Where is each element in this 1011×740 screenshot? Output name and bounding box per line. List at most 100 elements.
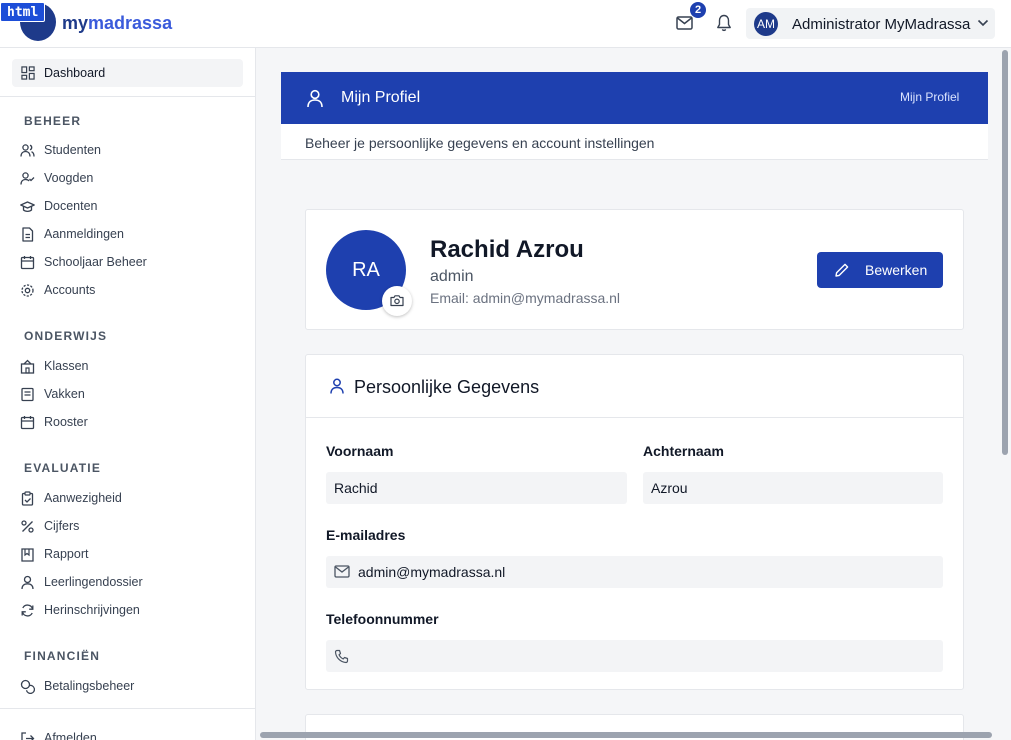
sidebar-item-label: Schooljaar Beheer xyxy=(44,255,147,269)
email-label: E-mailadres xyxy=(326,527,406,543)
sidebar-item-dashboard[interactable]: Dashboard xyxy=(12,59,243,87)
sidebar-item-studenten[interactable]: Studenten xyxy=(18,140,243,162)
book-icon xyxy=(21,387,34,402)
sidebar-item-label: Afmelden xyxy=(44,731,97,740)
users-icon xyxy=(20,144,35,157)
phone-field[interactable] xyxy=(326,640,943,672)
sidebar-item-schooljaar-beheer[interactable]: Schooljaar Beheer xyxy=(18,252,243,274)
page-title: Mijn Profiel xyxy=(341,89,421,106)
change-photo-button[interactable] xyxy=(382,286,412,316)
main-content: Mijn Profiel Mijn Profiel Beheer je pers… xyxy=(256,48,1011,740)
sidebar-item-leerlingendossier[interactable]: Leerlingendossier xyxy=(18,572,243,594)
pencil-icon xyxy=(835,263,849,277)
mail-icon xyxy=(334,565,350,578)
sidebar-item-rooster[interactable]: Rooster xyxy=(18,412,243,434)
personal-details-card: Persoonlijke Gegevens Voornaam Rachid Ac… xyxy=(305,354,964,690)
horizontal-scrollbar[interactable] xyxy=(260,732,992,738)
document-icon xyxy=(22,227,34,242)
percent-icon xyxy=(21,520,34,533)
sidebar-item-label: Cijfers xyxy=(44,519,80,533)
edit-button-label: Bewerken xyxy=(865,262,928,278)
coins-icon xyxy=(20,679,35,694)
dashboard-icon xyxy=(21,66,35,80)
sidebar-item-label: Accounts xyxy=(44,283,96,297)
mail-count-badge: 2 xyxy=(690,2,706,18)
sidebar-item-label: Aanmeldingen xyxy=(44,227,124,241)
gear-icon xyxy=(21,284,34,297)
sidebar-item-accounts[interactable]: Accounts xyxy=(18,280,243,302)
edit-button[interactable]: Bewerken xyxy=(817,252,943,288)
last-name-label: Achternaam xyxy=(643,443,724,459)
first-name-value: Rachid xyxy=(334,480,378,496)
vertical-scrollbar[interactable] xyxy=(1002,50,1008,455)
user-icon xyxy=(330,378,344,394)
page-header: Mijn Profiel Mijn Profiel xyxy=(281,72,988,124)
phone-icon xyxy=(334,649,349,664)
profile-role: admin xyxy=(430,268,474,285)
chevron-down-icon xyxy=(977,19,989,27)
sidebar-item-aanmeldingen[interactable]: Aanmeldingen xyxy=(18,224,243,246)
graduation-cap-icon xyxy=(20,201,35,212)
phone-label: Telefoonnummer xyxy=(326,611,439,627)
sidebar-item-label: Klassen xyxy=(44,359,89,373)
page-subtitle-bar: Beheer je persoonlijke gegevens en accou… xyxy=(281,124,988,160)
last-name-field[interactable]: Azrou xyxy=(643,472,943,504)
section-title-evaluatie: EVALUATIE xyxy=(24,461,102,475)
calendar-icon xyxy=(20,416,35,430)
logout-icon xyxy=(21,732,35,740)
html-badge: html xyxy=(0,2,46,22)
sidebar-item-label: Aanwezigheid xyxy=(44,491,122,505)
mail-icon[interactable] xyxy=(676,16,693,30)
sidebar-item-label: Dashboard xyxy=(44,66,106,80)
profile-card: RA Rachid Azrou admin Email: admin@mymad… xyxy=(305,209,964,330)
user-menu[interactable]: AM Administrator MyMadrassa xyxy=(746,8,995,39)
sidebar-item-betalingsbeheer[interactable]: Betalingsbeheer xyxy=(18,676,243,698)
report-icon xyxy=(21,548,34,562)
sidebar-item-herinschrijvingen[interactable]: Herinschrijvingen xyxy=(18,600,243,622)
sidebar-item-aanwezigheid[interactable]: Aanwezigheid xyxy=(18,488,243,510)
section-title-onderwijs: ONDERWIJS xyxy=(24,329,108,343)
card-header: Persoonlijke Gegevens xyxy=(306,355,963,418)
divider xyxy=(0,708,255,709)
user-icon xyxy=(21,575,34,590)
clipboard-check-icon xyxy=(21,491,34,506)
page-subtitle: Beheer je persoonlijke gegevens en accou… xyxy=(305,135,655,151)
sidebar-item-label: Vakken xyxy=(44,387,85,401)
sidebar-item-docenten[interactable]: Docenten xyxy=(18,196,243,218)
sidebar-item-afmelden[interactable]: Afmelden xyxy=(18,728,243,740)
sidebar-item-label: Leerlingendossier xyxy=(44,575,143,589)
camera-icon xyxy=(390,295,404,307)
top-bar: html mymadrassa 2 AM Administrator MyMad… xyxy=(0,0,1011,48)
email-field[interactable]: admin@mymadrassa.nl xyxy=(326,556,943,588)
sidebar-item-vakken[interactable]: Vakken xyxy=(18,384,243,406)
user-check-icon xyxy=(20,172,35,185)
divider xyxy=(0,96,255,97)
sidebar-item-rapport[interactable]: Rapport xyxy=(18,544,243,566)
sidebar: Dashboard BEHEER Studenten Voogden Docen… xyxy=(0,48,256,740)
sidebar-item-label: Rapport xyxy=(44,547,89,561)
sidebar-item-label: Studenten xyxy=(44,143,101,157)
sidebar-item-voogden[interactable]: Voogden xyxy=(18,168,243,190)
card-title: Persoonlijke Gegevens xyxy=(354,377,540,397)
sidebar-item-label: Rooster xyxy=(44,415,88,429)
breadcrumb[interactable]: Mijn Profiel xyxy=(900,90,960,105)
profile-email: Email: admin@mymadrassa.nl xyxy=(430,290,621,306)
first-name-field[interactable]: Rachid xyxy=(326,472,627,504)
bell-icon[interactable] xyxy=(716,14,732,32)
section-title-financien: FINANCIËN xyxy=(24,649,101,663)
brand-name: madrassa xyxy=(88,13,173,33)
first-name-label: Voornaam xyxy=(326,443,394,459)
user-name: Administrator MyMadrassa xyxy=(792,16,971,33)
avatar: AM xyxy=(754,12,778,36)
brand-logo[interactable]: mymadrassa xyxy=(62,13,172,34)
refresh-icon xyxy=(21,604,34,617)
brand-prefix: my xyxy=(62,13,89,33)
user-icon xyxy=(307,89,323,108)
sidebar-item-label: Voogden xyxy=(44,171,94,185)
sidebar-item-cijfers[interactable]: Cijfers xyxy=(18,516,243,538)
sidebar-item-klassen[interactable]: Klassen xyxy=(18,356,243,378)
sidebar-item-label: Docenten xyxy=(44,199,98,213)
last-name-value: Azrou xyxy=(651,480,688,496)
section-title-beheer: BEHEER xyxy=(24,114,82,128)
sidebar-item-label: Betalingsbeheer xyxy=(44,679,135,693)
